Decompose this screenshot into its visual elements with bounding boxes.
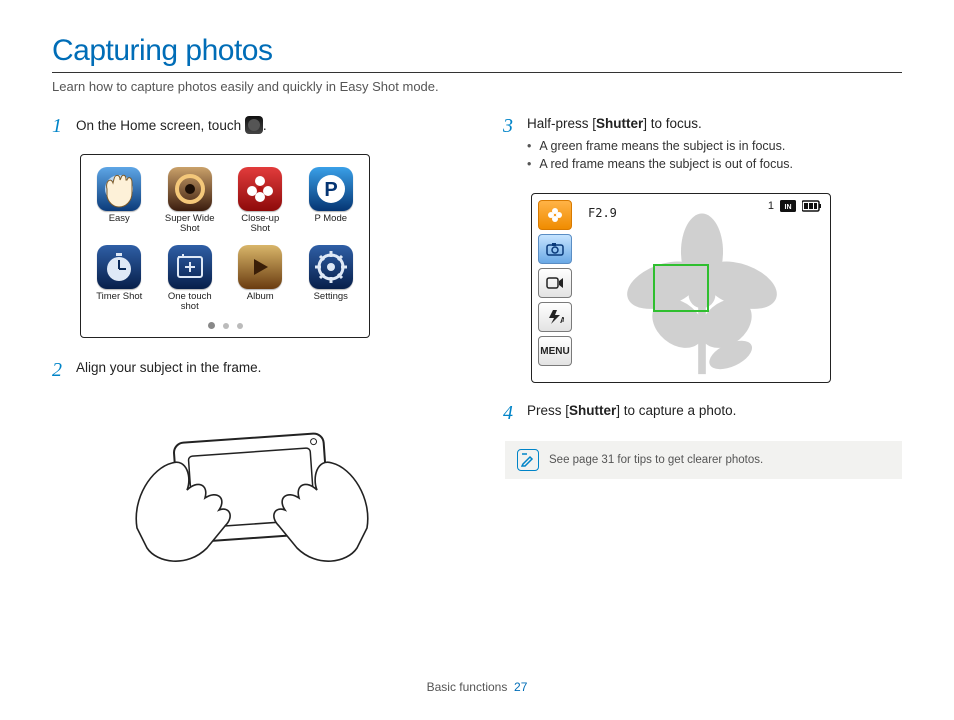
focus-frame [653,264,709,312]
shutter-word: Shutter [596,116,643,131]
app-p-mode: P P Mode [303,167,360,235]
one-touch-shot-icon [168,245,212,289]
svg-text:A: A [560,316,564,325]
camera-holding-illustration [52,398,451,588]
lcd-menu-button: MENU [538,336,572,366]
step-number: 3 [503,116,517,175]
app-settings: Settings [303,245,360,313]
shutter-word: Shutter [569,403,616,418]
app-super-wide-shot: Super Wide Shot [162,167,219,235]
step-number: 4 [503,403,517,423]
dot-1 [208,322,215,329]
page-title: Capturing photos [52,34,902,68]
lcd-macro-icon [538,200,572,230]
super-wide-shot-icon [168,167,212,211]
memory-icon: IN [780,200,796,212]
step-1: 1 On the Home screen, touch . [52,116,451,136]
app-label: Close-up Shot [232,214,289,235]
p-mode-icon: P [309,167,353,211]
lcd-photo-icon [538,234,572,264]
settings-icon [309,245,353,289]
lcd-fnumber: F2.9 [588,206,617,220]
app-easy: Easy [91,167,148,235]
home-screen-panel: Easy Super Wide Shot Close-up Shot [80,154,370,338]
album-icon [238,245,282,289]
page-subtitle: Learn how to capture photos easily and q… [52,79,902,94]
home-app-icon [245,116,263,134]
app-label: P Mode [314,214,347,224]
footer-page: 27 [514,680,527,694]
step-3: 3 Half-press [Shutter] to focus. A green… [503,116,902,175]
page-dots [91,322,359,329]
app-one-touch-shot: One touch shot [162,245,219,313]
page-footer: Basic functions 27 [0,680,954,694]
step-number: 1 [52,116,66,136]
battery-icon [802,200,822,212]
step-4-text-a: Press [ [527,403,569,418]
lcd-flash-icon: A [538,302,572,332]
step-2: 2 Align your subject in the frame. [52,360,451,380]
lcd-shot-count: 1 [768,200,774,212]
bullet-focus-red: A red frame means the subject is out of … [527,157,902,171]
footer-section: Basic functions [427,680,508,694]
column-left: 1 On the Home screen, touch . Easy [52,116,451,588]
note-icon [517,449,539,471]
column-right: 3 Half-press [Shutter] to focus. A green… [503,116,902,588]
easy-icon [97,167,141,211]
app-label: Timer Shot [96,292,142,302]
step-1-text: On the Home screen, touch [76,118,245,133]
app-timer-shot: Timer Shot [91,245,148,313]
touch-hand-icon [101,169,137,209]
app-close-up-shot: Close-up Shot [232,167,289,235]
step-2-text: Align your subject in the frame. [76,360,451,380]
dot-2 [223,323,229,329]
step-4-text-b: ] to capture a photo. [616,403,736,418]
app-label: One touch shot [162,292,219,313]
app-label: Super Wide Shot [162,214,219,235]
dot-3 [237,323,243,329]
app-label: Album [247,292,274,302]
step-1-text-b: . [263,118,267,133]
note-box: See page 31 for tips to get clearer phot… [505,441,902,479]
timer-shot-icon [97,245,141,289]
note-text: See page 31 for tips to get clearer phot… [549,454,763,466]
step-3-text-a: Half-press [ [527,116,596,131]
app-label: Settings [314,292,348,302]
svg-text:IN: IN [785,204,792,211]
lcd-video-icon [538,268,572,298]
lcd-preview-panel: A MENU F2.9 1 IN [531,193,831,383]
svg-text:P: P [324,179,337,201]
bullet-focus-green: A green frame means the subject is in fo… [527,139,902,153]
step-3-text-b: ] to focus. [643,116,702,131]
title-rule [52,72,902,73]
close-up-shot-icon [238,167,282,211]
step-4: 4 Press [Shutter] to capture a photo. [503,403,902,423]
app-album: Album [232,245,289,313]
app-label: Easy [109,214,130,224]
step-number: 2 [52,360,66,380]
